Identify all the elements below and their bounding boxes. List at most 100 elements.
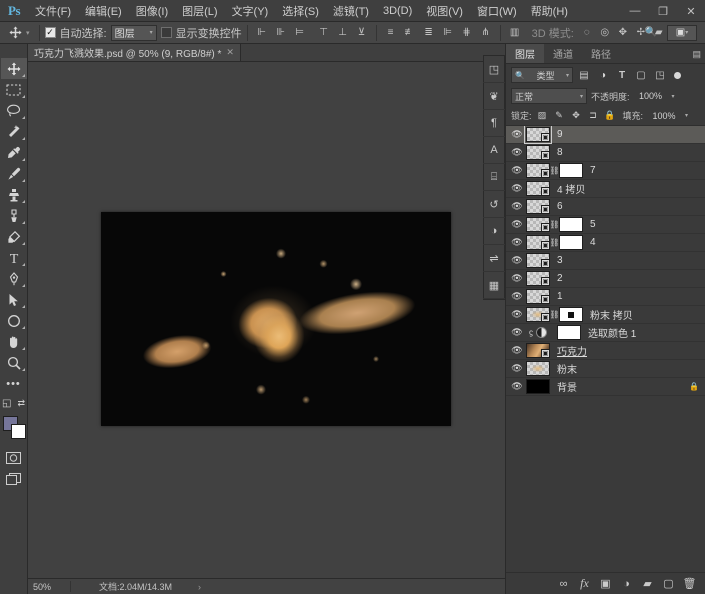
color-sliders-panel-icon[interactable]: ⇌: [483, 245, 505, 272]
path-selection-tool[interactable]: [1, 289, 27, 310]
move-tool-icon[interactable]: [4, 24, 26, 42]
layer-thumbnail[interactable]: ▣: [526, 145, 550, 160]
auto-select-checkbox[interactable]: ✓: [45, 27, 56, 38]
table-row[interactable]: 👁 ▣ 2: [506, 270, 705, 288]
paragraph-panel-icon[interactable]: ¶: [483, 110, 505, 137]
tab-paths[interactable]: 路径: [582, 44, 620, 63]
lock-transparent-pixels-icon[interactable]: ▨: [536, 109, 549, 123]
layer-mask-thumbnail[interactable]: [559, 235, 583, 250]
new-layer-button[interactable]: ▢: [659, 574, 678, 593]
panel-menu-icon[interactable]: ▤: [692, 49, 701, 60]
layer-visibility-toggle[interactable]: 👁: [508, 126, 526, 144]
table-row[interactable]: 👁 ▣ 6: [506, 198, 705, 216]
layer-mask-thumbnail[interactable]: [559, 163, 583, 178]
ellipse-shape-tool[interactable]: [1, 310, 27, 331]
layer-visibility-toggle[interactable]: 👁: [508, 306, 526, 324]
layer-thumbnail[interactable]: ▣: [526, 235, 550, 250]
search-icon[interactable]: 🔍: [642, 24, 660, 42]
tool-preset-caret-icon[interactable]: ▾: [26, 29, 34, 37]
align-horizontal-centers-icon[interactable]: ⊪: [272, 24, 290, 42]
lock-all-icon[interactable]: 🔒: [604, 109, 617, 123]
distribute-bottom-edges-icon[interactable]: ≣: [420, 24, 438, 42]
history-brush-tool[interactable]: [1, 205, 27, 226]
align-top-edges-icon[interactable]: ⊤: [315, 24, 333, 42]
distribute-horizontal-centers-icon[interactable]: ⋕: [458, 24, 476, 42]
table-row[interactable]: 👁 ▣ 4 拷贝: [506, 180, 705, 198]
status-expand-arrow-icon[interactable]: ›: [198, 582, 201, 592]
layer-name[interactable]: 粉末 拷贝: [583, 307, 633, 322]
align-right-edges-icon[interactable]: ⊨: [291, 24, 309, 42]
table-row[interactable]: 👁 ▣ 1: [506, 288, 705, 306]
history-panel-icon[interactable]: ↺: [483, 191, 505, 218]
zoom-level[interactable]: 50%: [28, 582, 70, 592]
align-bottom-edges-icon[interactable]: ⊻: [353, 24, 371, 42]
layer-visibility-toggle[interactable]: 👁: [508, 342, 526, 360]
document-canvas[interactable]: [101, 212, 451, 426]
mask-link-icon[interactable]: ⛓: [550, 310, 559, 319]
screen-mode-button[interactable]: [1, 468, 27, 489]
table-row[interactable]: 👁 ▣ 8: [506, 144, 705, 162]
adjustments-panel-icon[interactable]: ◑: [483, 218, 505, 245]
background-color-swatch[interactable]: [11, 424, 26, 439]
distribute-vertical-centers-icon[interactable]: ≢: [401, 24, 419, 42]
pixel-filter-icon[interactable]: ▤: [576, 67, 592, 83]
filter-kind-dropdown[interactable]: 🔍 类型 ▾: [511, 67, 573, 83]
layer-visibility-toggle[interactable]: 👁: [508, 252, 526, 270]
tab-channels[interactable]: 通道: [544, 44, 582, 63]
hand-tool[interactable]: [1, 331, 27, 352]
layer-list[interactable]: 👁 ▣ 9 👁 ▣ 8 👁 ▣ ⛓ 7 👁 ▣ 4 拷贝 👁 ▣ 6 👁: [506, 126, 705, 572]
layer-visibility-toggle[interactable]: 👁: [508, 378, 526, 396]
shape-filter-icon[interactable]: ▢: [633, 67, 649, 83]
link-layers-button[interactable]: ∞: [554, 574, 573, 593]
move-tool[interactable]: [1, 58, 27, 79]
table-row[interactable]: 👁 ▣ 3: [506, 252, 705, 270]
layer-visibility-toggle[interactable]: 👁: [508, 324, 526, 342]
layer-visibility-toggle[interactable]: 👁: [508, 180, 526, 198]
layer-name[interactable]: 7: [583, 165, 596, 176]
new-group-button[interactable]: ▰: [638, 574, 657, 593]
lock-image-pixels-icon[interactable]: ✎: [553, 109, 566, 123]
menu-help[interactable]: 帮助(H): [524, 0, 575, 22]
edit-toolbar-more-button[interactable]: •••: [1, 373, 27, 394]
mask-link-icon[interactable]: ⛓: [550, 220, 559, 229]
3d-panel-icon[interactable]: ◳: [483, 56, 505, 83]
menu-layer[interactable]: 图层(L): [175, 0, 224, 22]
opacity-slider-caret-icon[interactable]: ▾: [672, 93, 675, 100]
layer-visibility-toggle[interactable]: 👁: [508, 360, 526, 378]
layer-mask-thumbnail[interactable]: [559, 307, 583, 322]
table-row[interactable]: 👁 ϛ 选取颜色 1: [506, 324, 705, 342]
menu-image[interactable]: 图像(I): [129, 0, 175, 22]
drag-3d-object-icon[interactable]: ✥: [614, 24, 632, 42]
layer-style-fx-button[interactable]: fx: [575, 574, 594, 593]
add-layer-mask-button[interactable]: ▣: [596, 574, 615, 593]
lock-position-icon[interactable]: ✥: [570, 109, 583, 123]
table-row[interactable]: 👁 ▣ ⛓ 5: [506, 216, 705, 234]
layer-visibility-toggle[interactable]: 👁: [508, 198, 526, 216]
layer-name[interactable]: 2: [550, 273, 563, 284]
layer-name[interactable]: 粉末: [550, 361, 577, 376]
layer-visibility-toggle[interactable]: 👁: [508, 270, 526, 288]
libraries-panel-icon[interactable]: ▦: [483, 272, 505, 299]
tab-layers[interactable]: 图层: [506, 44, 544, 63]
table-row[interactable]: 👁 ▣ ⛓ 4: [506, 234, 705, 252]
adjustment-filter-icon[interactable]: ◑: [595, 67, 611, 83]
layer-thumbnail[interactable]: ▣: [526, 307, 550, 322]
layer-name[interactable]: 1: [550, 291, 563, 302]
layer-name[interactable]: 6: [550, 201, 563, 212]
layer-name[interactable]: 9: [550, 129, 563, 140]
type-tool[interactable]: T: [1, 247, 27, 268]
table-row[interactable]: 👁 背景 🔒: [506, 378, 705, 396]
character-panel-icon[interactable]: A: [483, 137, 505, 164]
lasso-tool[interactable]: [1, 100, 27, 121]
quick-mask-button[interactable]: [1, 447, 27, 468]
layer-thumbnail[interactable]: [526, 361, 550, 376]
table-row[interactable]: 👁 ▣ 9: [506, 126, 705, 144]
zoom-tool[interactable]: [1, 352, 27, 373]
menu-select[interactable]: 选择(S): [275, 0, 326, 22]
layer-mask-thumbnail[interactable]: [559, 217, 583, 232]
layer-name[interactable]: 背景: [550, 379, 577, 394]
type-filter-icon[interactable]: T: [614, 67, 630, 83]
filter-enable-toggle[interactable]: [674, 72, 681, 79]
layer-thumbnail[interactable]: ▣: [526, 343, 550, 358]
menu-3d[interactable]: 3D(D): [376, 2, 419, 20]
